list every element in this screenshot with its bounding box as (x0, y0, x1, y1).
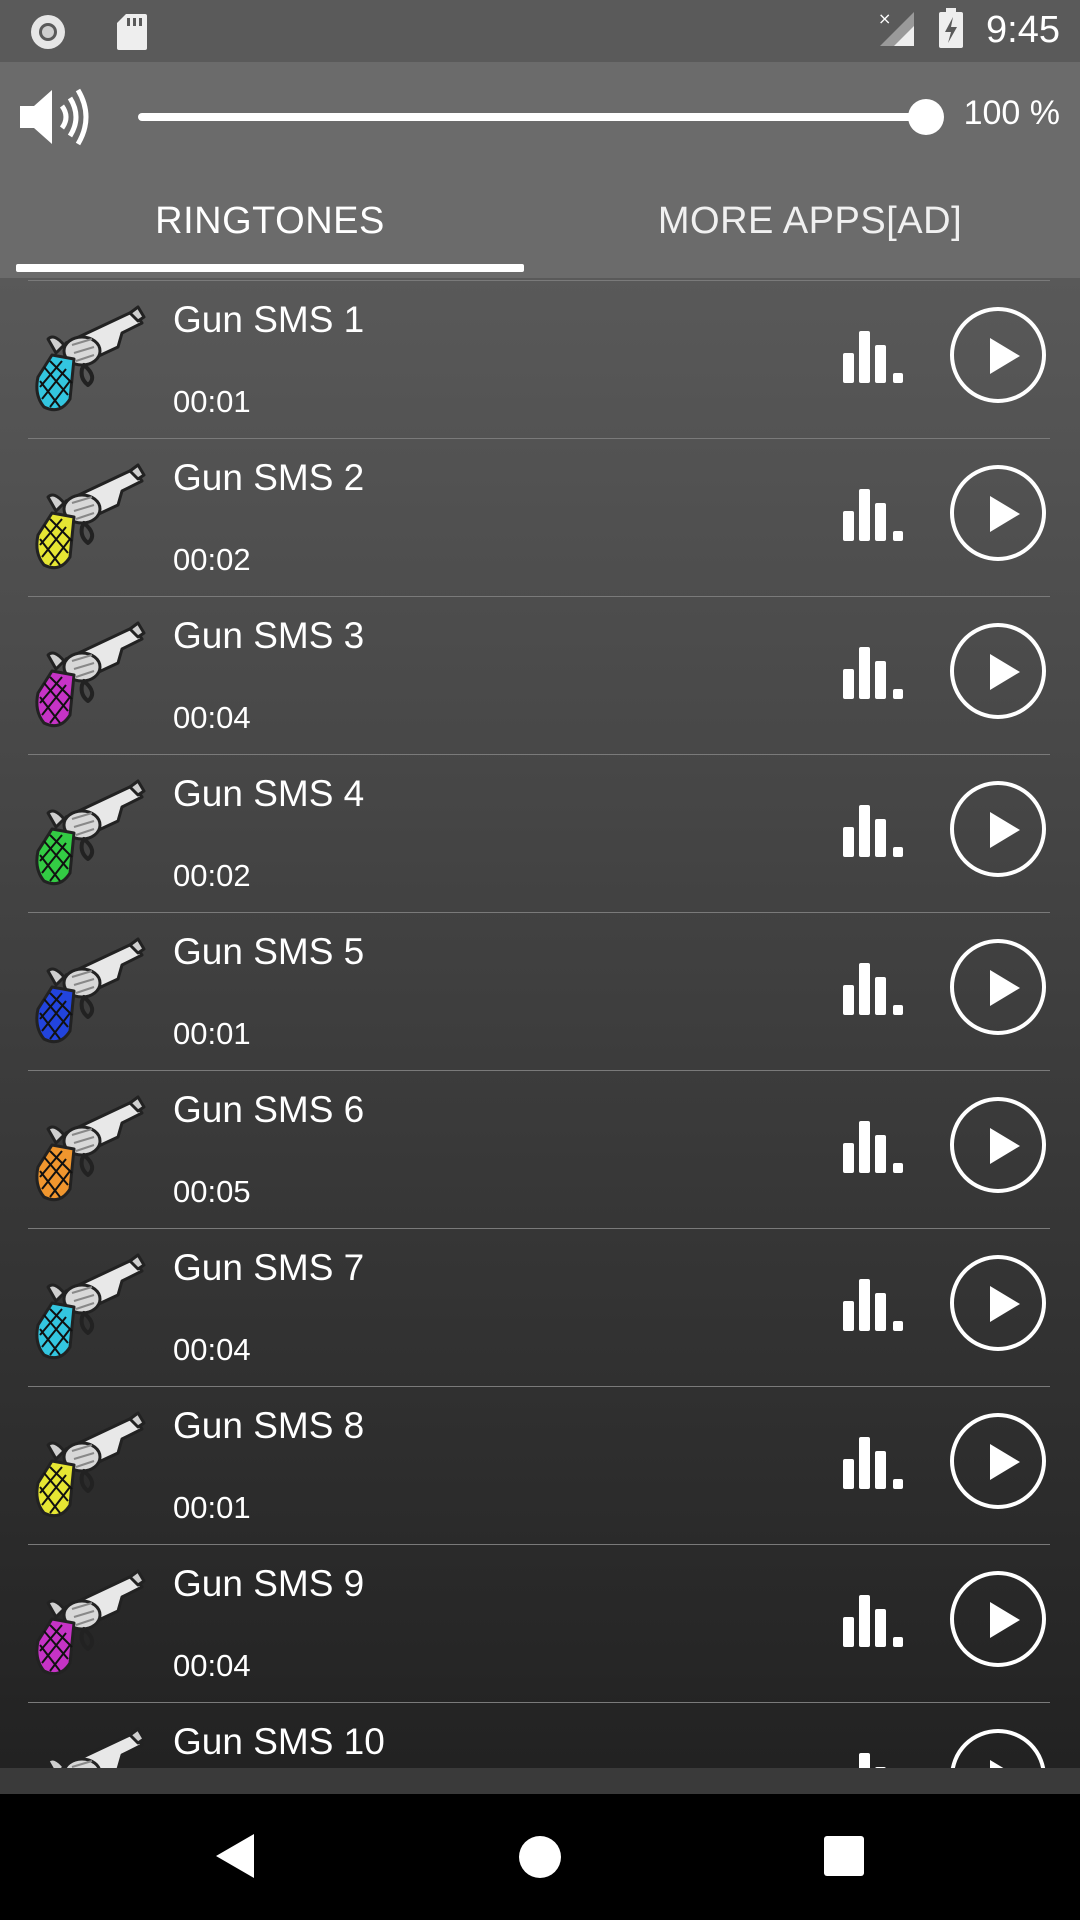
ringtone-title: Gun SMS 9 (173, 1563, 365, 1604)
list-item[interactable]: Gun SMS 1 00:01 (0, 281, 1080, 439)
play-icon (990, 496, 1020, 532)
list-item[interactable]: Gun SMS 7 00:04 (0, 1229, 1080, 1387)
list-item[interactable]: Gun SMS 9 00:04 (0, 1545, 1080, 1703)
play-button[interactable] (950, 1255, 1046, 1351)
home-icon[interactable] (519, 1836, 561, 1878)
list-item[interactable]: Gun SMS 3 00:04 (0, 597, 1080, 755)
play-icon (990, 970, 1020, 1006)
ringtone-title: Gun SMS 2 (173, 457, 365, 498)
revolver-icon (26, 1725, 146, 1768)
equalizer-icon[interactable] (842, 331, 908, 388)
recents-icon[interactable] (824, 1836, 864, 1876)
ringtone-duration: 00:04 (173, 1648, 251, 1683)
list-item[interactable]: Gun SMS 4 00:02 (0, 755, 1080, 913)
equalizer-icon[interactable] (842, 1437, 908, 1494)
play-icon (990, 338, 1020, 374)
volume-slider-track[interactable] (138, 113, 928, 121)
list-item[interactable]: Gun SMS 8 00:01 (0, 1387, 1080, 1545)
equalizer-icon[interactable] (842, 1595, 908, 1652)
battery-charging-icon (938, 8, 964, 53)
revolver-icon (26, 303, 146, 421)
equalizer-icon[interactable] (842, 489, 908, 546)
record-icon (28, 12, 68, 57)
play-icon (990, 1444, 1020, 1480)
volume-bar: 100 % (0, 62, 1080, 172)
ringtone-title: Gun SMS 3 (173, 615, 365, 656)
ringtone-duration: 00:04 (173, 1332, 251, 1367)
ringtone-title: Gun SMS 1 (173, 299, 365, 340)
play-button[interactable] (950, 307, 1046, 403)
play-button[interactable] (950, 1097, 1046, 1193)
revolver-icon (26, 1567, 146, 1685)
revolver-icon (26, 1409, 146, 1527)
play-icon (990, 654, 1020, 690)
ringtone-duration: 00:01 (173, 384, 251, 419)
revolver-icon (26, 619, 146, 737)
volume-value: 100 % (963, 94, 1060, 132)
ringtone-title: Gun SMS 8 (173, 1405, 365, 1446)
revolver-icon (26, 777, 146, 895)
play-button[interactable] (950, 623, 1046, 719)
revolver-icon (26, 461, 146, 579)
list-item[interactable]: Gun SMS 5 00:01 (0, 913, 1080, 1071)
play-icon (990, 1602, 1020, 1638)
play-icon (990, 1286, 1020, 1322)
play-icon (990, 1760, 1020, 1768)
back-icon[interactable] (214, 1832, 256, 1885)
equalizer-icon[interactable] (842, 1279, 908, 1336)
status-bar: × 9:45 (0, 0, 1080, 62)
play-button[interactable] (950, 781, 1046, 877)
revolver-icon (26, 1093, 146, 1211)
ringtone-duration: 00:04 (173, 700, 251, 735)
ringtone-duration: 00:01 (173, 1016, 251, 1051)
revolver-icon (26, 935, 146, 1053)
play-button[interactable] (950, 1413, 1046, 1509)
play-button[interactable] (950, 939, 1046, 1035)
equalizer-icon[interactable] (842, 1121, 908, 1178)
ringtone-duration: 00:02 (173, 542, 251, 577)
ringtone-title: Gun SMS 6 (173, 1089, 365, 1130)
svg-text:×: × (878, 9, 891, 28)
play-icon (990, 812, 1020, 848)
play-button[interactable] (950, 1571, 1046, 1667)
volume-slider-thumb[interactable] (908, 99, 944, 135)
play-button[interactable] (950, 1729, 1046, 1768)
ringtone-duration: 00:05 (173, 1174, 251, 1209)
equalizer-icon[interactable] (842, 647, 908, 704)
ringtone-duration: 00:01 (173, 1490, 251, 1525)
list-item[interactable]: Gun SMS 10 (0, 1703, 1080, 1768)
ringtone-title: Gun SMS 5 (173, 931, 365, 972)
tab-bar: RINGTONES MORE APPS[AD] (0, 172, 1080, 278)
ringtone-title: Gun SMS 4 (173, 773, 365, 814)
equalizer-icon[interactable] (842, 1753, 908, 1768)
ringtone-list[interactable]: Gun SMS 1 00:01 Gun SMS 2 00:02 Gun SMS … (0, 278, 1080, 1768)
speaker-icon[interactable] (18, 84, 94, 155)
clock: 9:45 (986, 9, 1060, 51)
play-icon (990, 1128, 1020, 1164)
tab-ringtones[interactable]: RINGTONES (0, 200, 540, 243)
ringtone-title: Gun SMS 7 (173, 1247, 365, 1288)
list-item[interactable]: Gun SMS 2 00:02 (0, 439, 1080, 597)
sd-card-icon (116, 13, 148, 56)
ringtone-duration: 00:02 (173, 858, 251, 893)
tab-more-apps[interactable]: MORE APPS[AD] (540, 200, 1080, 243)
no-signal-icon: × (876, 8, 916, 53)
navigation-bar (0, 1794, 1080, 1920)
play-button[interactable] (950, 465, 1046, 561)
revolver-icon (26, 1251, 146, 1369)
tab-indicator (16, 264, 524, 272)
ringtone-title: Gun SMS 10 (173, 1721, 385, 1762)
list-item[interactable]: Gun SMS 6 00:05 (0, 1071, 1080, 1229)
equalizer-icon[interactable] (842, 963, 908, 1020)
equalizer-icon[interactable] (842, 805, 908, 862)
